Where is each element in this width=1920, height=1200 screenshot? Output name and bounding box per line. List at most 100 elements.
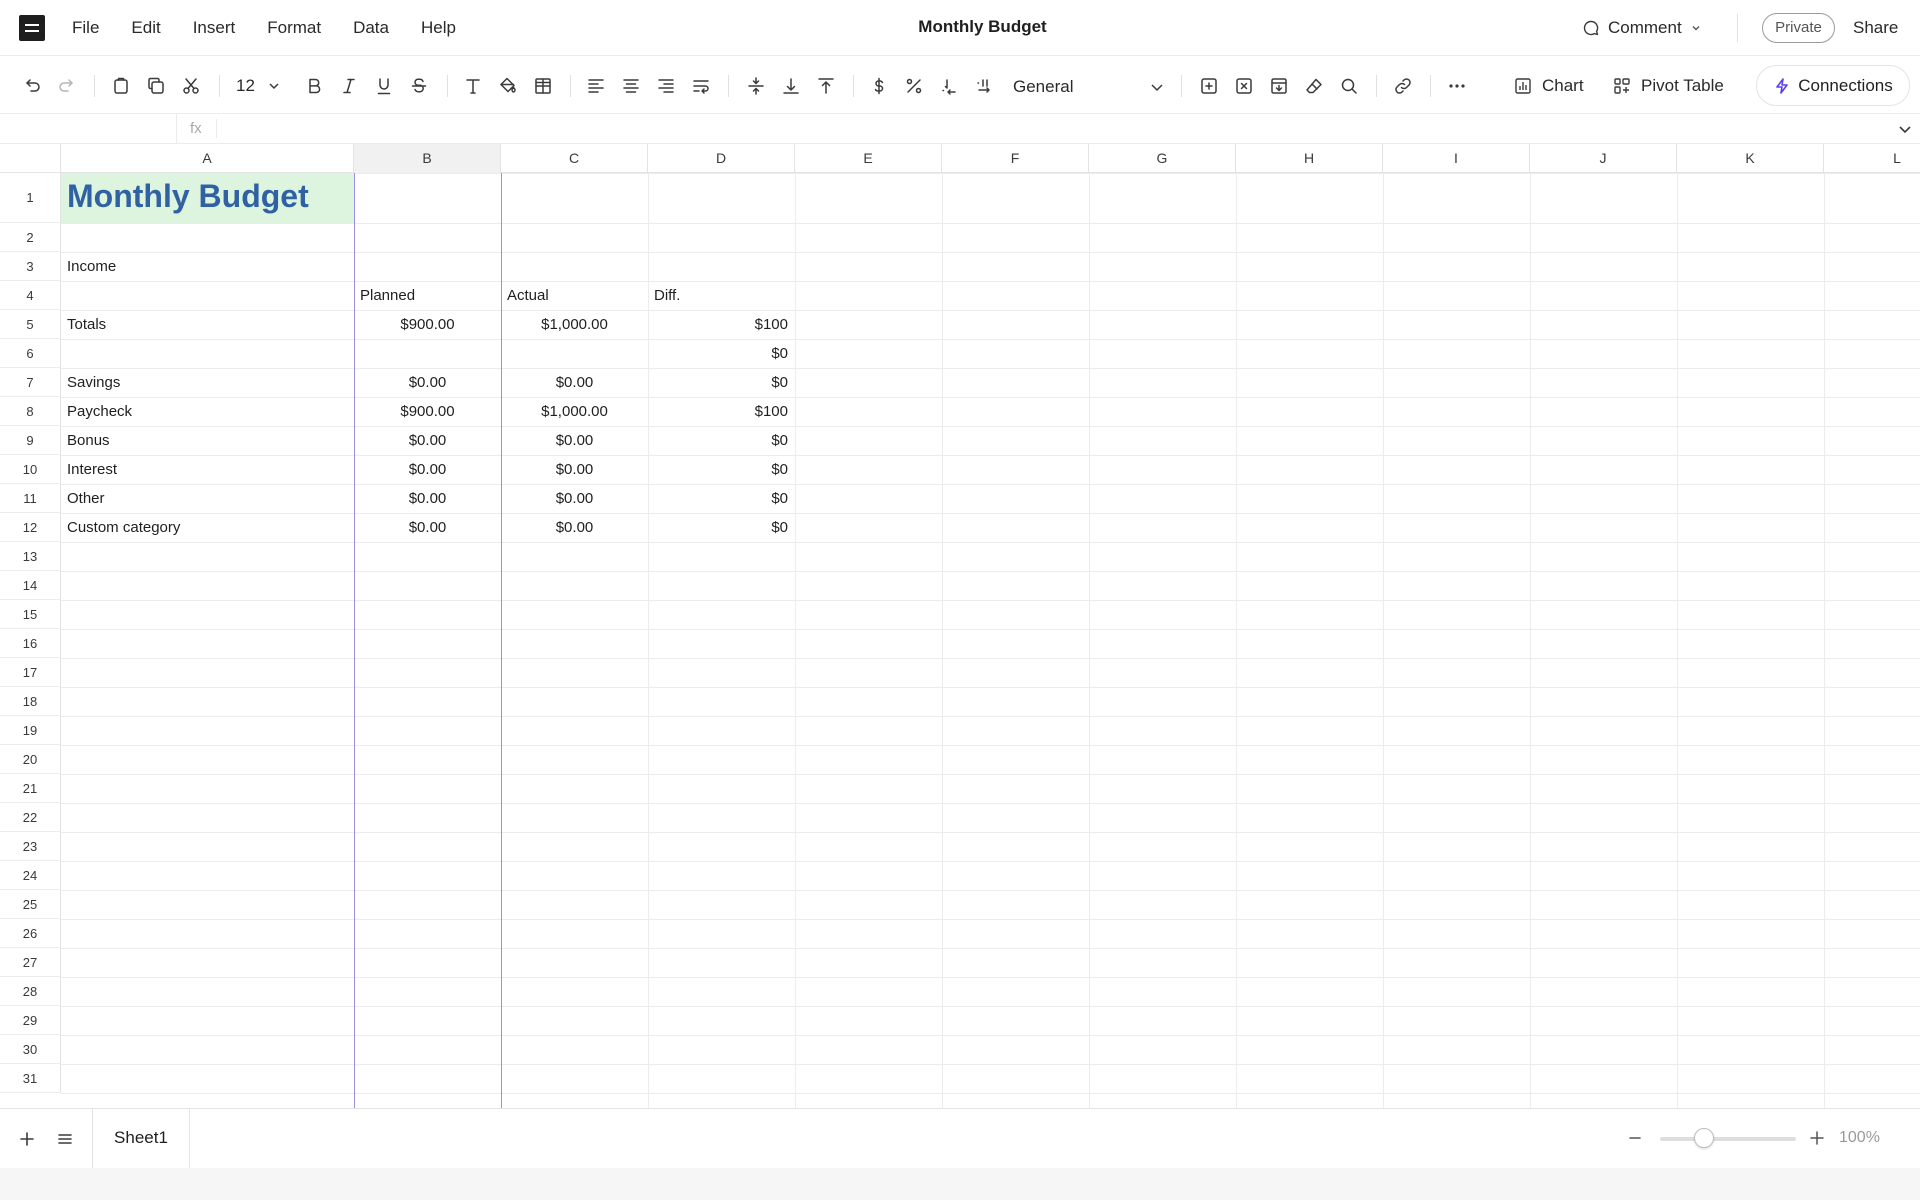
currency-icon[interactable] — [866, 73, 892, 99]
item-planned[interactable]: $0.00 — [354, 513, 501, 542]
zoom-slider-track[interactable] — [1660, 1137, 1796, 1141]
pivot-table-button[interactable]: Pivot Table — [1612, 73, 1724, 99]
sheet-title[interactable]: Monthly Budget — [67, 178, 309, 215]
item-label[interactable]: Bonus — [61, 426, 354, 455]
item-planned[interactable]: $900.00 — [354, 397, 501, 426]
align-left-icon[interactable] — [583, 73, 609, 99]
column-header-i[interactable]: I — [1383, 144, 1530, 173]
item-planned[interactable]: $0.00 — [354, 484, 501, 513]
italic-icon[interactable] — [336, 73, 362, 99]
row-header[interactable]: 26 — [0, 919, 61, 948]
cut-icon[interactable] — [178, 73, 204, 99]
totals-planned[interactable]: $900.00 — [354, 310, 501, 339]
zoom-slider-handle[interactable] — [1694, 1128, 1714, 1148]
column-header-k[interactable]: K — [1677, 144, 1824, 173]
delete-cell-icon[interactable] — [1231, 73, 1257, 99]
item-label[interactable]: Savings — [61, 368, 354, 397]
zoom-out-icon[interactable] — [1625, 1128, 1645, 1148]
income-label[interactable]: Income — [61, 252, 354, 281]
row-header[interactable]: 7 — [0, 368, 61, 397]
row-header[interactable]: 18 — [0, 687, 61, 716]
row-header[interactable]: 24 — [0, 861, 61, 890]
row-header[interactable]: 14 — [0, 571, 61, 600]
select-all-corner[interactable] — [0, 144, 61, 173]
chart-button[interactable]: Chart — [1513, 73, 1584, 99]
strikethrough-icon[interactable] — [406, 73, 432, 99]
row-header[interactable]: 13 — [0, 542, 61, 571]
expand-formula-icon[interactable] — [1896, 120, 1914, 138]
column-header-a[interactable]: A — [61, 144, 354, 173]
header-actual[interactable]: Actual — [501, 281, 648, 310]
document-title[interactable]: Monthly Budget — [918, 17, 1046, 36]
header-diff[interactable]: Diff. — [648, 281, 795, 310]
item-actual[interactable]: $1,000.00 — [501, 397, 648, 426]
row-header[interactable]: 6 — [0, 339, 61, 368]
underline-icon[interactable] — [371, 73, 397, 99]
menu-format[interactable]: Format — [267, 18, 321, 38]
column-header-b[interactable]: B — [354, 144, 501, 173]
app-logo-icon[interactable] — [19, 15, 45, 41]
align-center-icon[interactable] — [618, 73, 644, 99]
wrap-text-icon[interactable] — [688, 73, 714, 99]
item-actual[interactable]: $0.00 — [501, 368, 648, 397]
row-header[interactable]: 28 — [0, 977, 61, 1006]
align-right-icon[interactable] — [653, 73, 679, 99]
item-diff[interactable]: $0 — [648, 368, 795, 397]
menu-data[interactable]: Data — [353, 18, 389, 38]
fill-color-icon[interactable] — [495, 73, 521, 99]
bold-icon[interactable] — [301, 73, 327, 99]
number-format-select[interactable]: General — [1013, 74, 1165, 100]
row-header[interactable]: 5 — [0, 310, 61, 339]
row-header[interactable]: 3 — [0, 252, 61, 281]
font-size-select[interactable]: 12 — [236, 74, 281, 98]
totals-label[interactable]: Totals — [61, 310, 354, 339]
vertical-align-top-icon[interactable] — [813, 73, 839, 99]
row-header[interactable]: 22 — [0, 803, 61, 832]
row-header[interactable]: 27 — [0, 948, 61, 977]
item-actual[interactable]: $0.00 — [501, 484, 648, 513]
menu-file[interactable]: File — [72, 18, 99, 38]
zoom-in-icon[interactable] — [1807, 1128, 1827, 1148]
share-button[interactable]: Share — [1853, 18, 1898, 38]
row-header[interactable]: 23 — [0, 832, 61, 861]
item-planned[interactable]: $0.00 — [354, 426, 501, 455]
column-header-c[interactable]: C — [501, 144, 648, 173]
redo-icon[interactable] — [54, 73, 80, 99]
row-header[interactable]: 16 — [0, 629, 61, 658]
row-header[interactable]: 11 — [0, 484, 61, 513]
column-header-f[interactable]: F — [942, 144, 1089, 173]
link-icon[interactable] — [1390, 73, 1416, 99]
item-label[interactable]: Other — [61, 484, 354, 513]
text-format-icon[interactable] — [460, 73, 486, 99]
row-header[interactable]: 25 — [0, 890, 61, 919]
sheet-tab[interactable]: Sheet1 — [92, 1109, 190, 1168]
private-badge[interactable]: Private — [1762, 13, 1835, 43]
item-planned[interactable]: $0.00 — [354, 455, 501, 484]
header-planned[interactable]: Planned — [354, 281, 501, 310]
spreadsheet-grid[interactable]: Monthly Budget Income Planned Actual Dif… — [61, 173, 1920, 1108]
row-header[interactable]: 20 — [0, 745, 61, 774]
row-header[interactable]: 8 — [0, 397, 61, 426]
row6-diff[interactable]: $0 — [648, 339, 795, 368]
eraser-icon[interactable] — [1301, 73, 1327, 99]
sheet-list-icon[interactable] — [54, 1128, 76, 1150]
row-header[interactable]: 10 — [0, 455, 61, 484]
row-header[interactable]: 15 — [0, 600, 61, 629]
item-actual[interactable]: $0.00 — [501, 513, 648, 542]
item-actual[interactable]: $0.00 — [501, 426, 648, 455]
item-diff[interactable]: $0 — [648, 484, 795, 513]
comment-button[interactable]: Comment — [1582, 15, 1702, 41]
item-diff[interactable]: $0 — [648, 513, 795, 542]
column-header-g[interactable]: G — [1089, 144, 1236, 173]
item-actual[interactable]: $0.00 — [501, 455, 648, 484]
row-header[interactable]: 21 — [0, 774, 61, 803]
add-sheet-icon[interactable] — [16, 1128, 38, 1150]
item-label[interactable]: Custom category — [61, 513, 354, 542]
row-header[interactable]: 30 — [0, 1035, 61, 1064]
column-header-l[interactable]: L — [1824, 144, 1920, 173]
borders-icon[interactable] — [530, 73, 556, 99]
percent-icon[interactable] — [901, 73, 927, 99]
column-header-e[interactable]: E — [795, 144, 942, 173]
decrease-decimal-icon[interactable] — [936, 73, 962, 99]
vertical-align-middle-icon[interactable] — [743, 73, 769, 99]
